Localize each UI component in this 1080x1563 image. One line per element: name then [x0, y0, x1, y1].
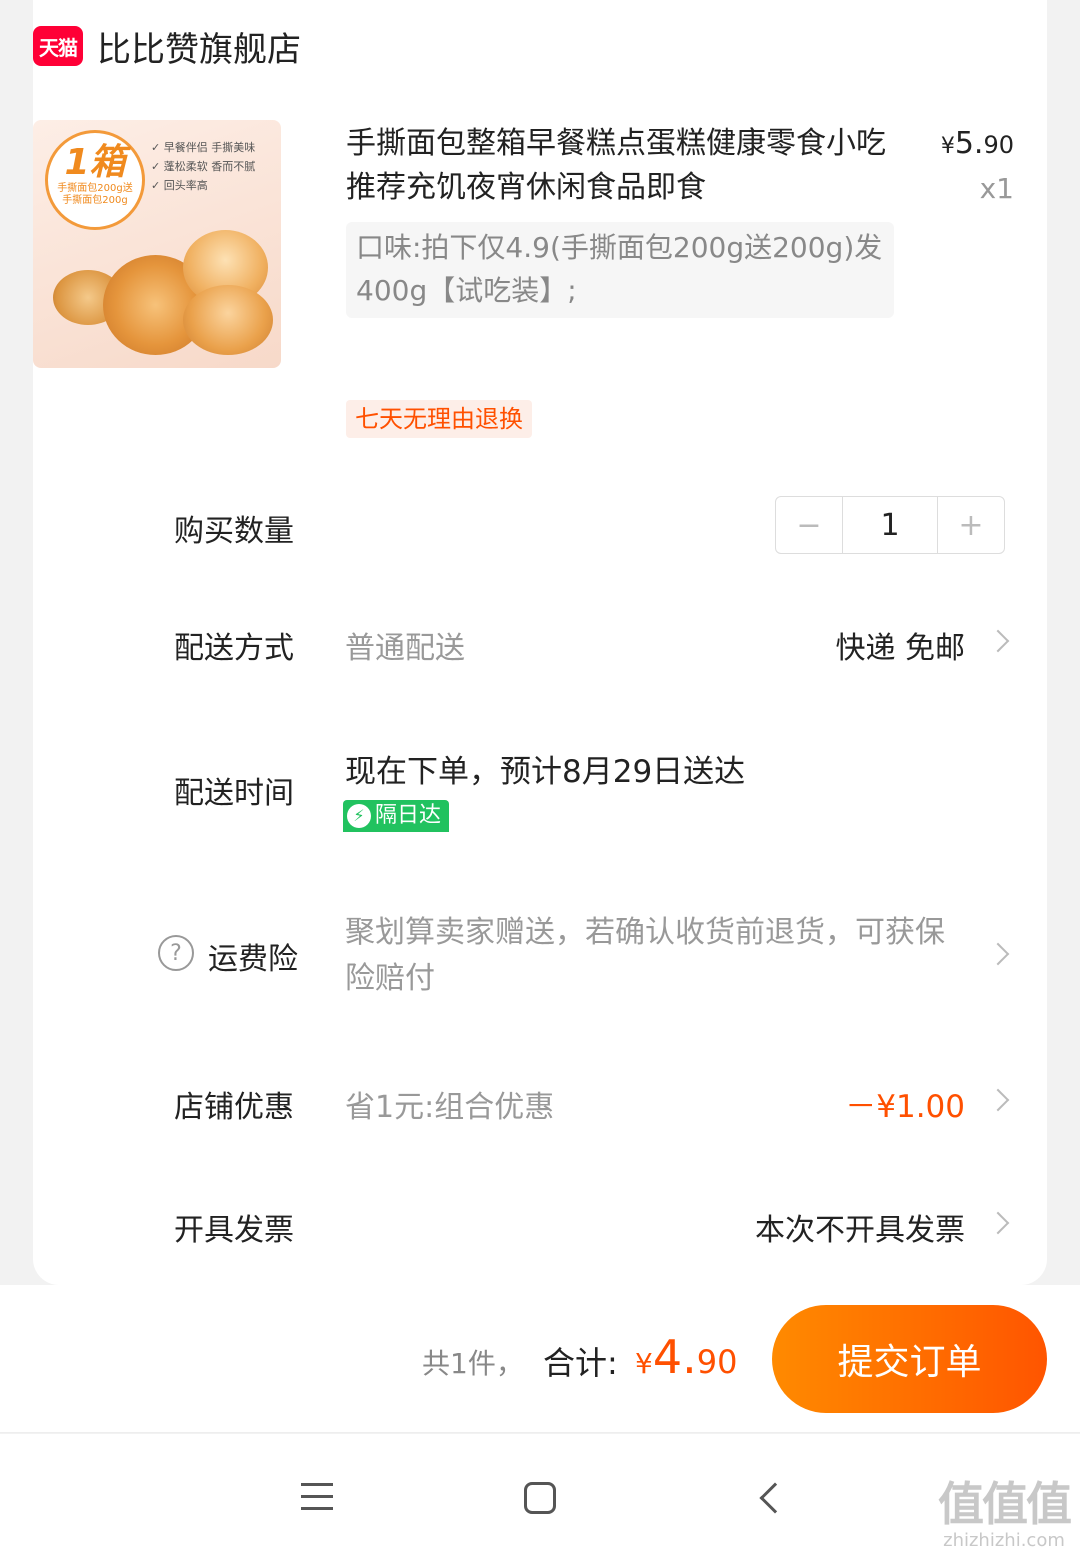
next-day-badge: ⚡ 隔日达	[343, 800, 450, 832]
decrement-button[interactable]: −	[776, 497, 842, 553]
product-image[interactable]: 1箱 手撕面包200g送 手撕面包200g ✓ 早餐伴侣 手撕美味 ✓ 蓬松柔软…	[33, 120, 281, 368]
image-note: ✓ 蓬松柔软 香而不腻	[151, 160, 256, 173]
image-badge: 1箱 手撕面包200g送 手撕面包200g	[45, 130, 145, 230]
image-note: ✓ 早餐伴侣 手撕美味	[151, 141, 256, 154]
invoice-option[interactable]: 本次不开具发票	[755, 1205, 965, 1249]
help-icon[interactable]: ?	[158, 935, 194, 971]
next-day-label: 隔日达	[375, 803, 442, 828]
watermark: 值值值 zhizhizhi.com	[938, 1477, 1072, 1551]
menu-icon[interactable]	[301, 1483, 333, 1511]
home-icon[interactable]	[524, 1482, 556, 1514]
submit-order-button[interactable]: 提交订单	[772, 1305, 1047, 1413]
delivery-time-label: 配送时间	[174, 776, 294, 811]
total-label: 合计:	[543, 1344, 618, 1382]
product-title[interactable]: 手撕面包整箱早餐糕点蛋糕健康零食小吃推荐充饥夜宵休闲食品即食	[346, 122, 886, 210]
shipping-insurance-label: 运费险	[208, 942, 298, 977]
increment-button[interactable]: +	[938, 497, 1004, 553]
watermark-url: zhizhizhi.com	[943, 1530, 1065, 1551]
tmall-logo-icon: 天猫	[33, 26, 83, 66]
delivery-eta: 现在下单，预计8月29日送达	[345, 754, 746, 790]
total-price: ¥4.90	[635, 1330, 738, 1384]
image-badge-big: 1箱	[64, 142, 126, 183]
image-badge-small: 手撕面包200g送	[57, 183, 133, 194]
shop-name[interactable]: 比比赞旗舰店	[97, 22, 301, 71]
quantity-value[interactable]: 1	[842, 497, 938, 553]
return-policy-badge: 七天无理由退换	[346, 400, 532, 438]
delivery-method-label: 配送方式	[174, 631, 294, 666]
quantity-stepper[interactable]: − 1 +	[775, 496, 1005, 554]
item-count: 共1件，	[422, 1347, 524, 1380]
delivery-method-value: 普通配送	[345, 631, 465, 666]
bread-illustration	[183, 285, 273, 355]
shipping-insurance-text[interactable]: 聚划算卖家赠送，若确认收货前退货，可获保险赔付	[345, 910, 965, 1002]
product-quantity: x1	[979, 172, 1014, 205]
product-price: ¥5.90	[940, 126, 1014, 161]
shop-header[interactable]: 天猫 比比赞旗舰店	[33, 18, 301, 74]
invoice-label: 开具发票	[174, 1213, 294, 1248]
shop-discount-amount[interactable]: －¥1.00	[845, 1081, 965, 1126]
image-note: ✓ 回头率高	[151, 179, 208, 192]
quantity-label: 购买数量	[174, 514, 294, 549]
watermark-logo: 值值值	[938, 1477, 1072, 1531]
image-badge-small: 手撕面包200g	[62, 195, 128, 206]
product-spec[interactable]: 口味:拍下仅4.9(手撕面包200g送200g)发400g【试吃装】;	[346, 222, 894, 318]
image-notes: ✓ 早餐伴侣 手撕美味 ✓ 蓬松柔软 香而不腻 ✓ 回头率高	[151, 138, 255, 195]
delivery-method-option[interactable]: 快递 免邮	[835, 623, 965, 667]
shop-discount-value[interactable]: 省1元:组合优惠	[345, 1082, 554, 1126]
lightning-icon: ⚡	[347, 804, 371, 828]
shop-discount-label: 店铺优惠	[174, 1090, 294, 1125]
